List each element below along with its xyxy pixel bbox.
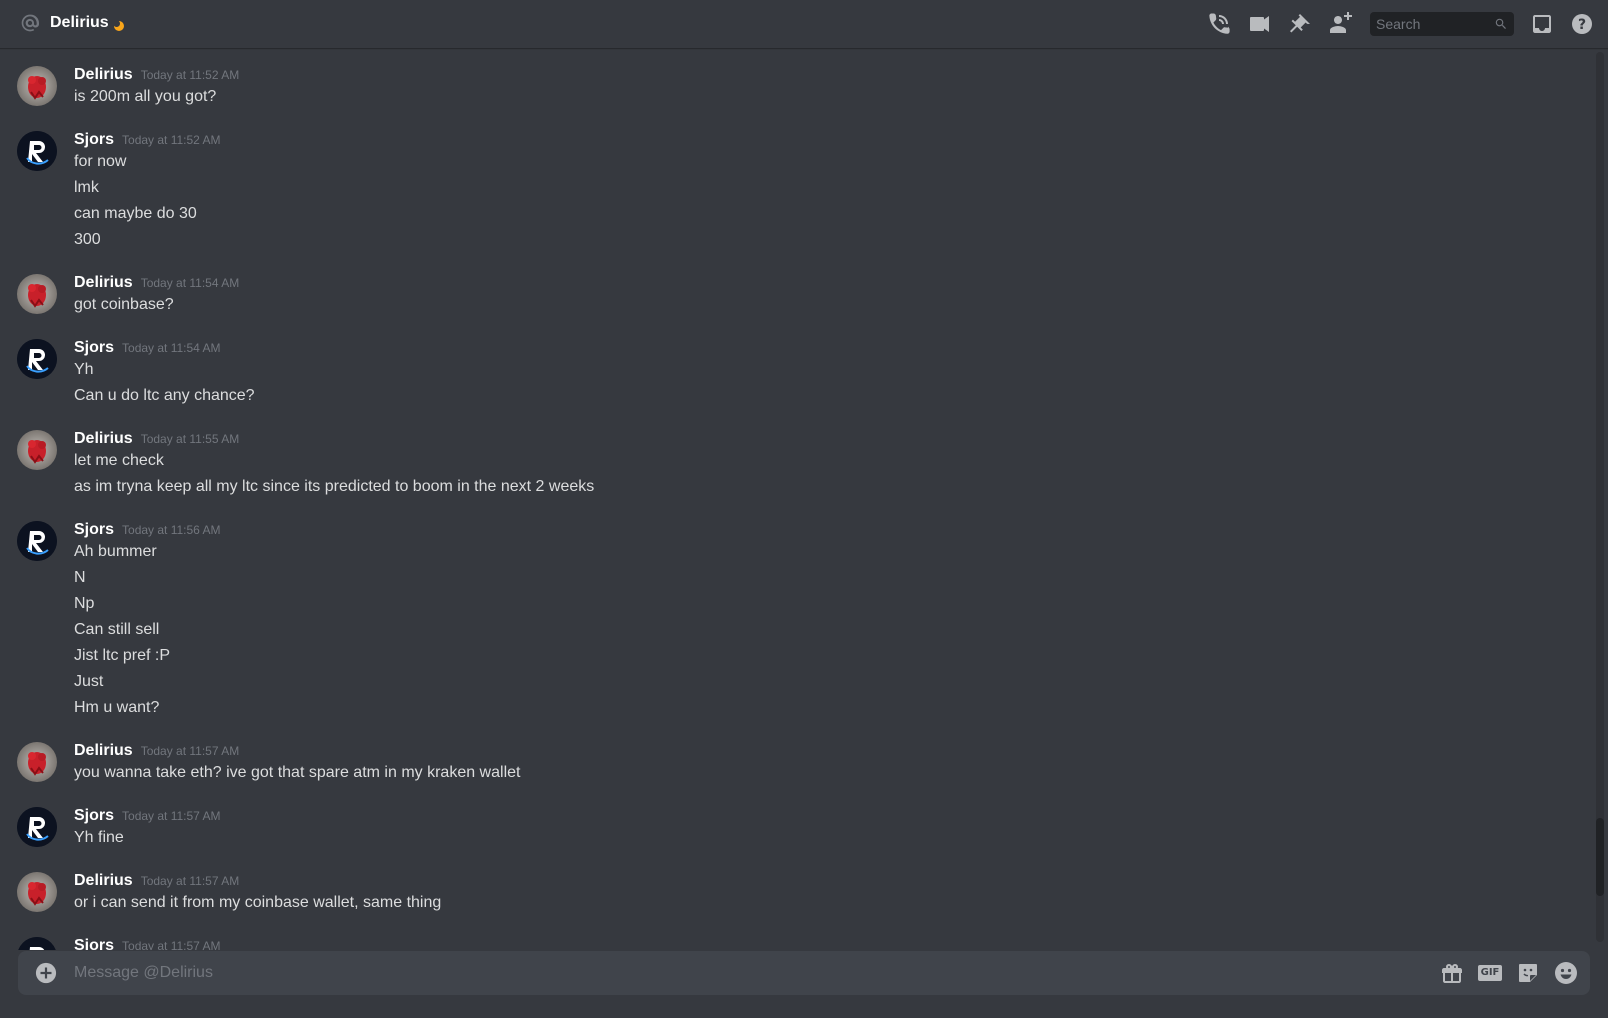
message-text: 300: [74, 231, 101, 248]
username[interactable]: Delirius: [74, 872, 133, 889]
avatar[interactable]: [17, 339, 57, 379]
avatar[interactable]: [17, 872, 57, 912]
timestamp: Today at 11:56 AM: [122, 523, 221, 537]
emoji-icon[interactable]: [1554, 961, 1578, 985]
video-icon[interactable]: [1248, 12, 1272, 36]
avatar[interactable]: [17, 937, 57, 950]
avatar[interactable]: [17, 131, 57, 171]
message-header: Delirius Today at 11:52 AM: [74, 64, 239, 86]
timestamp: Today at 11:52 AM: [122, 133, 221, 147]
timestamp: Today at 11:54 AM: [140, 276, 240, 290]
username[interactable]: Delirius: [74, 742, 133, 759]
message-text: Yh fine: [74, 829, 124, 846]
scrollbar-track[interactable]: [1596, 52, 1604, 942]
search-box[interactable]: [1370, 12, 1514, 36]
message-text: got coinbase?: [74, 296, 174, 313]
pin-icon[interactable]: [1288, 12, 1312, 36]
username[interactable]: Sjors: [74, 807, 114, 824]
gift-icon[interactable]: [1440, 961, 1464, 985]
username[interactable]: Delirius: [74, 66, 133, 83]
avatar[interactable]: [17, 274, 57, 314]
svg-text:?: ?: [1578, 17, 1586, 33]
message-text: lmk: [74, 179, 99, 196]
username[interactable]: Delirius: [74, 274, 133, 291]
message-text: Jist ltc pref :P: [74, 647, 171, 664]
message-text: as im tryna keep all my ltc since its pr…: [74, 478, 595, 495]
message-header: Delirius Today at 11:54 AM: [74, 272, 239, 294]
message-header: Delirius Today at 11:57 AM: [74, 740, 239, 762]
channel-header: Delirius ?: [0, 0, 1608, 48]
message-text: can maybe do 30: [74, 205, 197, 222]
message-text: you wanna take eth? ive got that spare a…: [74, 764, 521, 781]
message-text: let me check: [74, 452, 164, 469]
call-icon[interactable]: [1208, 12, 1232, 36]
avatar[interactable]: [17, 807, 57, 847]
message-text: Hm u want?: [74, 699, 160, 716]
message-input[interactable]: [74, 951, 1394, 995]
message-composer: GIF: [18, 951, 1590, 995]
sticker-icon[interactable]: [1516, 961, 1540, 985]
message-header: Sjors Today at 11:52 AM: [74, 129, 221, 151]
gif-label: GIF: [1478, 965, 1502, 981]
username[interactable]: Sjors: [74, 937, 114, 950]
gif-icon[interactable]: GIF: [1478, 961, 1502, 985]
timestamp: Today at 11:54 AM: [122, 341, 221, 355]
message-header: Sjors Today at 11:54 AM: [74, 337, 221, 359]
username[interactable]: Sjors: [74, 521, 114, 538]
message-list[interactable]: Delirius Today at 11:52 AM is 200m all you…: [0, 48, 1592, 950]
timestamp: Today at 11:57 AM: [122, 939, 221, 950]
username[interactable]: Delirius: [74, 430, 133, 447]
message-text: or i can send it from my coinbase wallet…: [74, 894, 442, 911]
avatar[interactable]: [17, 742, 57, 782]
scrollbar-thumb[interactable]: [1596, 818, 1604, 896]
message-header: Sjors Today at 11:57 AM: [74, 805, 221, 827]
add-attachment-icon[interactable]: [35, 962, 57, 984]
moon-status-icon: [113, 18, 124, 31]
avatar[interactable]: [17, 521, 57, 561]
message-text: for now: [74, 153, 127, 170]
username[interactable]: Sjors: [74, 131, 114, 148]
message-text: N: [74, 569, 86, 586]
message-text: Yh: [74, 361, 94, 378]
search-input[interactable]: [1376, 12, 1486, 36]
timestamp: Today at 11:55 AM: [140, 432, 240, 446]
add-friend-icon[interactable]: [1328, 12, 1352, 36]
timestamp: Today at 11:57 AM: [122, 809, 221, 823]
search-icon[interactable]: [1494, 17, 1508, 31]
message-header: Delirius Today at 11:55 AM: [74, 428, 239, 450]
message-text: Can still sell: [74, 621, 160, 638]
avatar[interactable]: [17, 430, 57, 470]
message-header: Sjors Today at 11:56 AM: [74, 519, 221, 541]
avatar[interactable]: [17, 66, 57, 106]
message-text: Np: [74, 595, 95, 612]
username[interactable]: Sjors: [74, 339, 114, 356]
page-title: Delirius: [50, 14, 109, 31]
message-text: Just: [74, 673, 104, 690]
help-icon[interactable]: ?: [1570, 12, 1594, 36]
message-text: Can u do ltc any chance?: [74, 387, 255, 404]
timestamp: Today at 11:57 AM: [140, 744, 240, 758]
timestamp: Today at 11:57 AM: [140, 874, 240, 888]
timestamp: Today at 11:52 AM: [140, 68, 240, 82]
message-text: Ah bummer: [74, 543, 157, 560]
message-text: is 200m all you got?: [74, 88, 217, 105]
at-icon: [20, 13, 40, 33]
inbox-icon[interactable]: [1530, 12, 1554, 36]
message-header: Delirius Today at 11:57 AM: [74, 870, 239, 892]
message-header: Sjors Today at 11:57 AM: [74, 935, 221, 950]
